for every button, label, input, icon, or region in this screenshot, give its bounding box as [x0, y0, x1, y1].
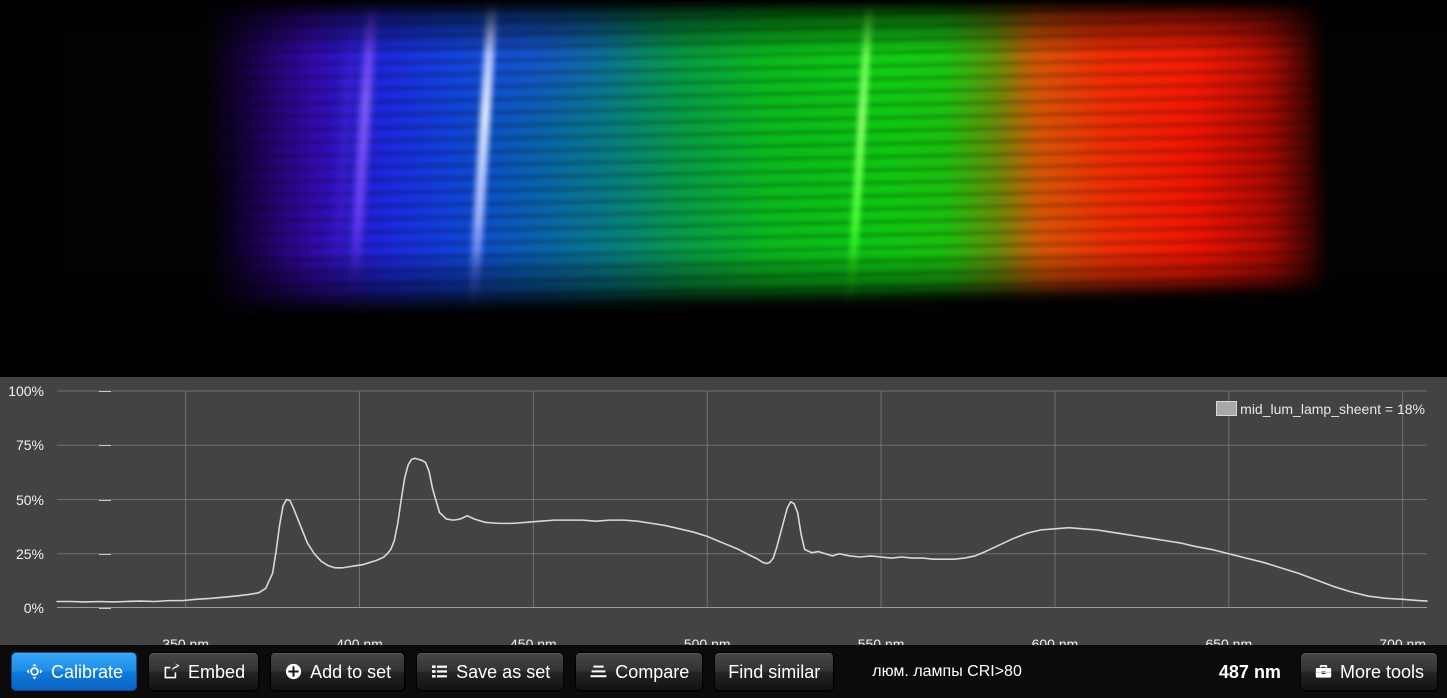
spectrum-photo-frame[interactable]: [58, 0, 1447, 377]
bottom-toolbar: Calibrate Embed Add to set Save as set C…: [0, 645, 1447, 698]
x-axis-baseline: [57, 607, 1427, 608]
spectrum-curve-svg: [57, 390, 1427, 608]
bars-icon: [589, 662, 608, 681]
list-icon: [430, 662, 449, 681]
legend-label: mid_lum_lamp_sheent = 18%: [1240, 400, 1425, 417]
crosshair-move-icon: [25, 662, 44, 681]
y-axis-tick-mark: [99, 499, 111, 501]
save-as-set-button[interactable]: Save as set: [416, 652, 565, 691]
embed-button-label: Embed: [188, 661, 246, 682]
y-axis-tick-label: 50%: [15, 491, 44, 508]
more-tools-button-label: More tools: [1339, 661, 1424, 682]
y-axis-tick-mark: [99, 608, 111, 609]
calibrate-button[interactable]: Calibrate: [11, 652, 138, 691]
y-axis-tick-label: 0%: [23, 600, 44, 616]
plus-circle-icon: [284, 662, 303, 681]
y-axis-tick-label: 75%: [15, 437, 44, 454]
find-similar-button-label: Find similar: [728, 661, 821, 682]
plot-area[interactable]: 0% 25% 50% 75% 100% 350 nm 400 nm 450 nm 500 nm…: [8, 384, 1427, 651]
spectrum-curve: [57, 458, 1427, 602]
y-axis-tick-mark: [99, 445, 111, 447]
compare-button[interactable]: Compare: [575, 652, 704, 691]
spectrum-chart-panel[interactable]: 0% 25% 50% 75% 100% 350 nm 400 nm 450 nm 500 nm…: [0, 377, 1447, 651]
spectrum-viewer-app: 0% 25% 50% 75% 100% 350 nm 400 nm 450 nm 500 nm…: [0, 0, 1447, 698]
chart-legend[interactable]: mid_lum_lamp_sheent = 18%: [1216, 401, 1425, 416]
briefcase-icon: [1314, 662, 1333, 681]
more-tools-button[interactable]: More tools: [1299, 652, 1438, 691]
embed-button[interactable]: Embed: [148, 652, 260, 691]
legend-swatch-icon: [1216, 401, 1238, 416]
y-axis-tick-label: 100%: [8, 383, 44, 399]
save-as-set-button-label: Save as set: [456, 661, 551, 682]
add-to-set-button[interactable]: Add to set: [270, 652, 406, 691]
add-to-set-button-label: Add to set: [310, 661, 392, 682]
status-label: люм. лампы CRI>80: [872, 662, 1022, 680]
calibrate-button-label: Calibrate: [51, 661, 124, 682]
grid-lines: [57, 390, 1427, 608]
wavelength-readout: 487 nm: [1218, 661, 1281, 682]
spectrum-photo-panel[interactable]: [0, 0, 1447, 377]
y-axis-tick-label: 25%: [15, 545, 44, 562]
y-axis-tick-mark: [99, 391, 111, 392]
compare-button-label: Compare: [615, 661, 690, 682]
y-axis-tick-mark: [99, 553, 111, 555]
find-similar-button[interactable]: Find similar: [714, 652, 835, 691]
share-export-icon: [162, 662, 181, 681]
